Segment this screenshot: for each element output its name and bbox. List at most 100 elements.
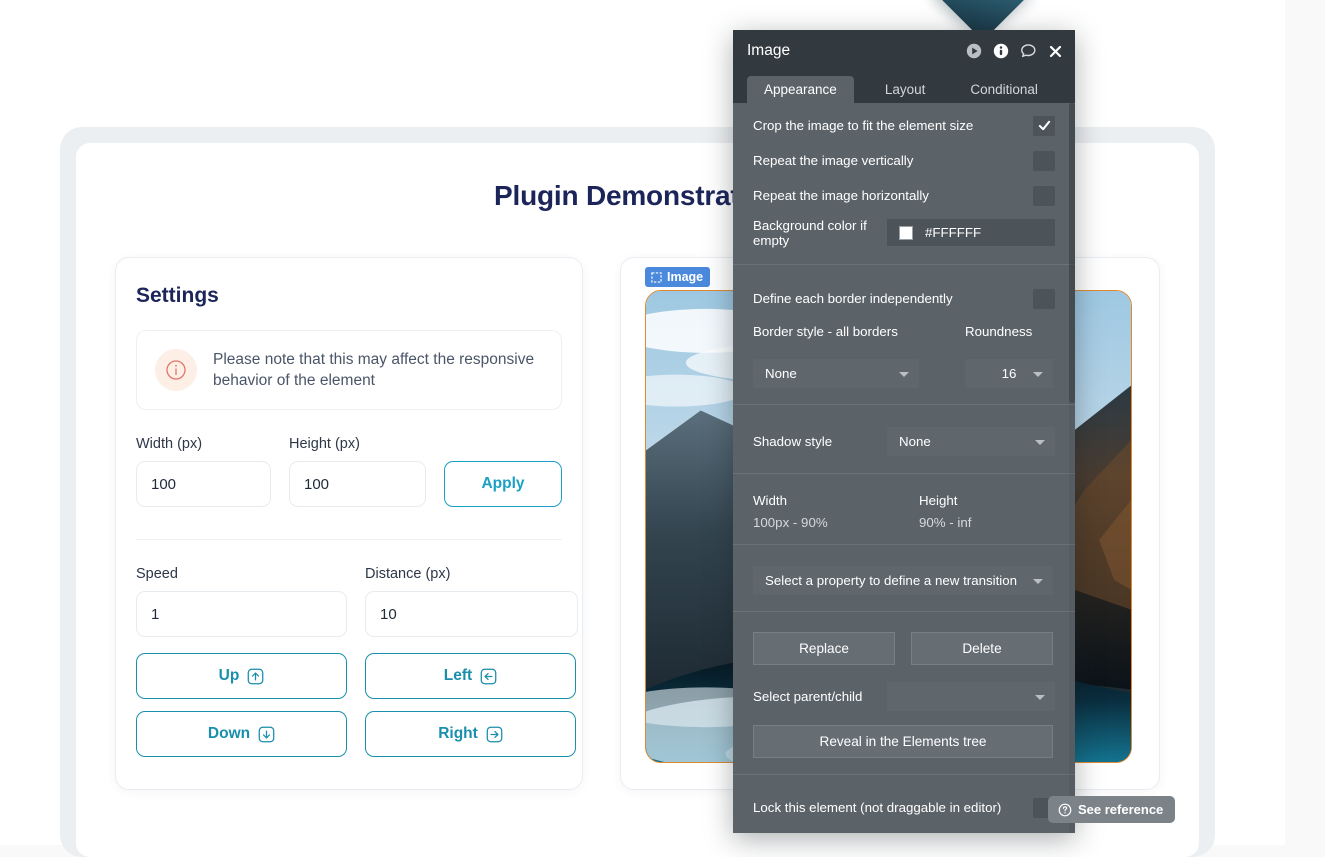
panel-width-label: Width [753,493,787,508]
move-up-button[interactable]: Up [136,653,347,699]
repeat-horizontal-label: Repeat the image horizontally [753,188,929,203]
image-badge-label: Image [667,270,704,284]
roundness-select[interactable]: 16 [965,359,1053,388]
repeat-vertical-row: Repeat the image vertically [753,143,1055,178]
question-circle-icon [1058,803,1072,817]
arrow-left-circle-icon [480,668,497,685]
border-style-select[interactable]: None [753,359,919,388]
crop-checkbox[interactable] [1033,115,1055,136]
arrow-up-circle-icon [247,668,264,685]
move-left-label: Left [443,667,473,684]
settings-heading: Settings [136,284,219,307]
tab-appearance[interactable]: Appearance [747,76,854,103]
repeat-horizontal-checkbox[interactable] [1033,185,1055,206]
dimension-labels-row: Width 100px - 90% Height 90% - inf [753,493,1055,530]
select-parent-row: Select parent/child [753,679,1055,714]
width-label: Width (px) [136,436,203,452]
divider-6 [733,774,1075,775]
transition-section: Select a property to define a new transi… [733,554,1075,595]
height-label: Height (px) [289,436,360,452]
direction-button-grid: Up Left Down Right [136,653,576,757]
distance-label: Distance (px) [365,566,451,582]
repeat-vertical-checkbox[interactable] [1033,150,1055,171]
move-left-button[interactable]: Left [365,653,576,699]
move-down-button[interactable]: Down [136,711,347,757]
tab-layout[interactable]: Layout [854,76,957,103]
background-color-label: Background color if empty [753,217,867,248]
dimension-section: Width 100px - 90% Height 90% - inf [733,483,1075,530]
motion-field-row: Speed Distance (px) [136,566,578,637]
panel-body: Crop the image to fit the element size R… [733,103,1075,833]
lock-section: Lock this element (not draggable in edit… [733,784,1075,825]
height-input[interactable] [289,461,426,507]
image-element-badge[interactable]: Image [645,267,711,287]
define-border-row: Define each border independently [753,281,1055,316]
width-input[interactable] [136,461,271,507]
move-right-label: Right [438,725,478,742]
info-circle-icon [155,349,197,391]
shadow-style-select[interactable]: None [887,427,1055,456]
info-icon[interactable] [993,43,1009,59]
play-icon[interactable] [966,43,982,59]
roundness-label: Roundness [965,324,1033,339]
arrow-down-circle-icon [258,726,275,743]
define-border-checkbox[interactable] [1033,288,1055,309]
chevron-down-icon [1035,694,1045,700]
right-gutter [1285,0,1325,857]
speed-label: Speed [136,566,178,582]
chevron-down-icon [1035,439,1045,445]
color-swatch [899,225,913,240]
panel-title: Image [747,42,791,59]
settings-card: Settings Please note that this may affec… [115,257,583,790]
see-reference-label: See reference [1078,802,1164,817]
appearance-section-top: Crop the image to fit the element size R… [733,103,1075,250]
delete-button[interactable]: Delete [911,632,1053,665]
arrow-right-circle-icon [486,726,503,743]
transition-placeholder: Select a property to define a new transi… [765,573,1018,588]
size-field-row: Width (px) Height (px) Apply [136,436,562,507]
speed-field-group: Speed [136,566,347,637]
see-reference-tooltip[interactable]: See reference [1048,796,1176,823]
responsive-note: Please note that this may affect the res… [136,330,562,410]
divider-4 [733,544,1075,545]
background-color-value: #FFFFFF [925,225,982,240]
reveal-in-elements-tree-button[interactable]: Reveal in the Elements tree [753,725,1053,758]
select-parent-label: Select parent/child [753,689,863,704]
speed-input[interactable] [136,591,347,637]
image-editor-panel: Image Appearance Layout Conditional Crop… [733,30,1075,833]
roundness-value: 16 [1001,366,1017,381]
apply-button[interactable]: Apply [444,461,562,507]
tab-conditional[interactable]: Conditional [956,76,1052,103]
divider-3 [733,473,1075,474]
border-style-label: Border style - all borders [753,324,898,339]
replace-button[interactable]: Replace [753,632,895,665]
distance-input[interactable] [365,591,578,637]
shadow-style-value: None [899,434,931,449]
comment-icon[interactable] [1020,43,1037,59]
select-parent-dropdown[interactable] [887,682,1055,711]
background-color-field[interactable]: #FFFFFF [887,219,1055,246]
shadow-section: Shadow style None [733,414,1075,459]
panel-tab-bar: Appearance Layout Conditional [733,72,1075,103]
settings-divider [136,539,562,540]
border-controls-row: None 16 [753,359,1055,388]
repeat-vertical-label: Repeat the image vertically [753,153,914,168]
transition-select[interactable]: Select a property to define a new transi… [753,566,1053,595]
border-style-value: None [765,366,797,381]
panel-scrollbar-thumb[interactable] [1069,103,1075,403]
panel-height-label: Height [919,493,958,508]
divider-1 [733,264,1075,265]
note-text: Please note that this may affect the res… [213,351,535,389]
selection-frame-icon [651,271,662,283]
move-right-button[interactable]: Right [365,711,576,757]
close-icon[interactable] [1048,44,1063,59]
define-border-label: Define each border independently [753,291,953,306]
page-root: Plugin Demonstration Settings Please not… [0,0,1325,857]
crop-row: Crop the image to fit the element size [753,108,1055,143]
chevron-down-icon [1033,371,1043,377]
panel-header-icons [966,43,1063,59]
replace-delete-row: Replace Delete [753,632,1055,665]
background-color-row: Background color if empty #FFFFFF [753,215,1055,250]
repeat-horizontal-row: Repeat the image horizontally [753,178,1055,213]
lock-label: Lock this element (not draggable in edit… [753,800,1002,815]
